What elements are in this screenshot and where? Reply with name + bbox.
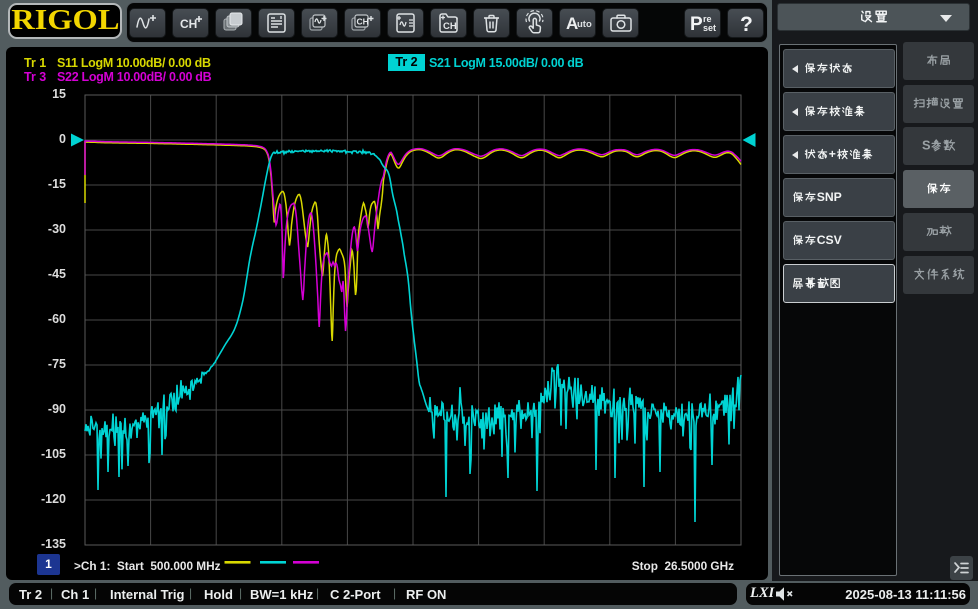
svg-text:S: S — [922, 138, 931, 153]
svg-text:CSV: CSV — [817, 233, 843, 247]
svg-text:+: + — [829, 147, 836, 161]
svg-text:SNP: SNP — [817, 190, 842, 204]
